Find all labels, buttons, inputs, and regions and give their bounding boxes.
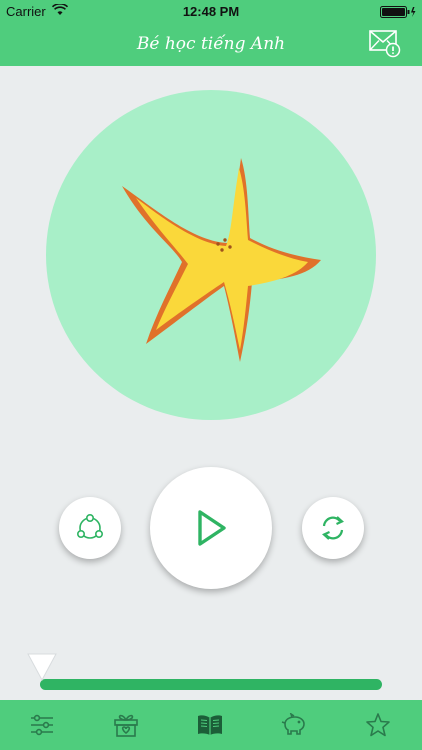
tab-bar: [0, 700, 422, 750]
share-button[interactable]: [59, 497, 121, 559]
sliders-icon: [31, 714, 53, 736]
page-title: Bé học tiếng Anh: [136, 34, 286, 54]
nav-bar: Bé học tiếng Anh: [0, 22, 422, 66]
tab-book[interactable]: [168, 700, 252, 750]
progress-bar[interactable]: [40, 679, 382, 690]
tab-savings[interactable]: [252, 700, 336, 750]
repeat-button[interactable]: [302, 497, 364, 559]
mail-button[interactable]: [368, 28, 402, 58]
mail-alert-icon: [369, 30, 401, 58]
share-icon: [76, 514, 103, 539]
gift-box-icon: [114, 714, 138, 737]
repeat-icon: [322, 516, 344, 540]
tab-gifts[interactable]: [84, 700, 168, 750]
status-time: 12:48 PM: [182, 4, 240, 19]
progress-handle[interactable]: [26, 652, 58, 682]
starfish-image: [122, 158, 321, 362]
piggy-bank-icon: [281, 713, 305, 735]
status-bar: Carrier 12:48 PM: [0, 0, 422, 22]
star-icon: [366, 713, 390, 737]
artwork-circle: [46, 90, 376, 420]
play-button[interactable]: [150, 467, 272, 589]
play-icon: [198, 510, 226, 546]
tab-settings[interactable]: [0, 700, 84, 750]
tab-favorites[interactable]: [336, 700, 420, 750]
book-icon: [198, 715, 222, 735]
progress-fill: [40, 679, 382, 690]
battery-icon: [380, 6, 416, 18]
